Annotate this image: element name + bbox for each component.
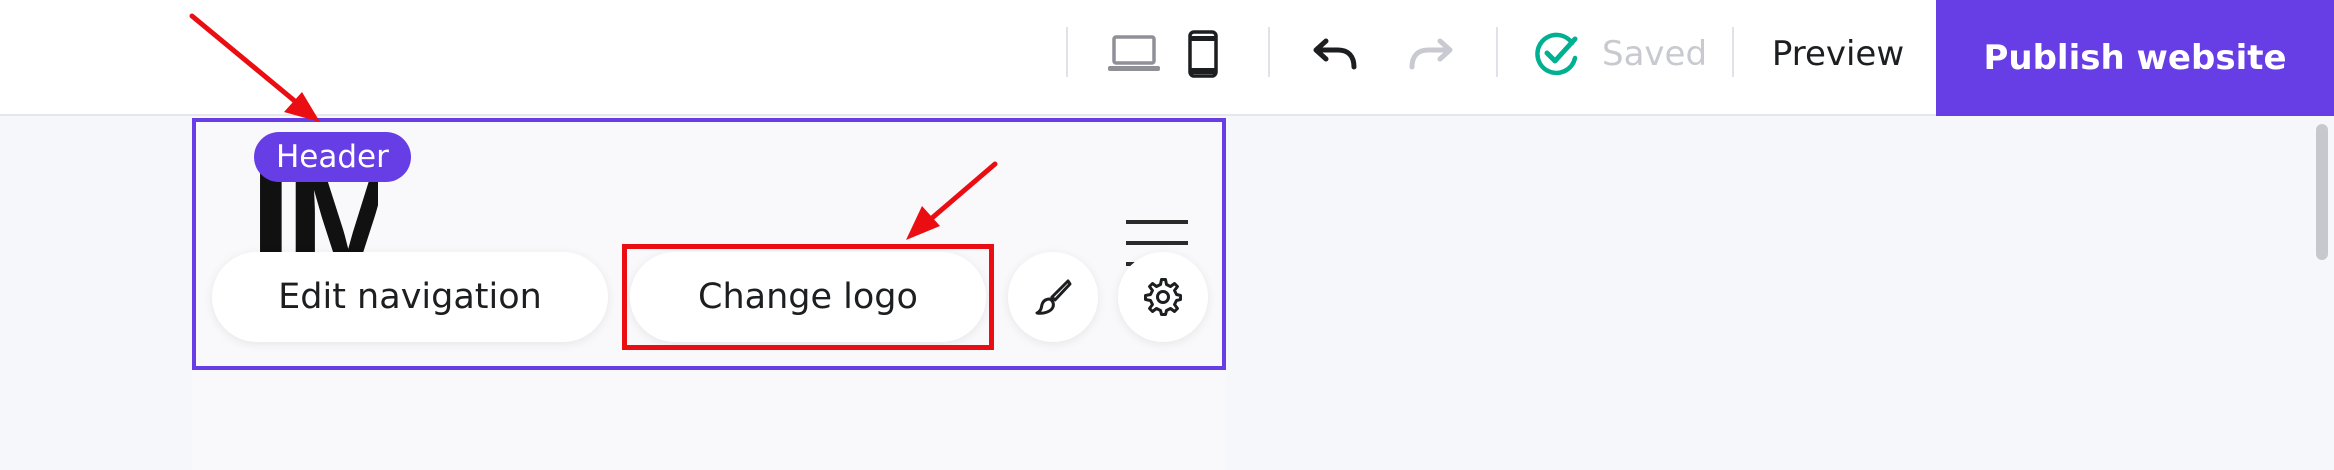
annotation-arrow-change-logo: [906, 161, 998, 240]
annotation-arrow-header: [189, 13, 320, 122]
annotation-arrows: [189, 13, 998, 240]
